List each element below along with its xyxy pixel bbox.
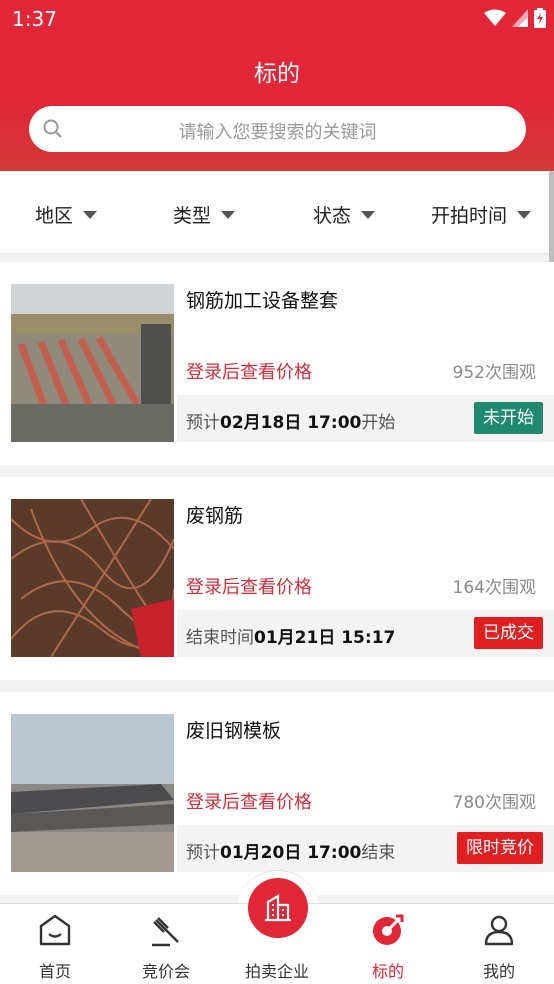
tab-label: 首页 [38, 962, 71, 981]
filter-region[interactable]: 地区 [35, 201, 98, 228]
filter-label: 类型 [173, 205, 212, 227]
listing-image [11, 284, 174, 442]
listing-price-hint[interactable]: 登录后查看价格 [186, 788, 312, 814]
status-icons [484, 8, 546, 28]
filter-label: 开拍时间 [431, 205, 508, 227]
app-bar: 标的 [0, 38, 554, 104]
listing-image [11, 499, 174, 657]
search-band: 请输入您要搜索的关键词 [0, 104, 554, 171]
listing-time: 结束时间01月21日 15:17 [186, 628, 396, 648]
status-time: 1:37 [12, 7, 57, 31]
tab-label: 标的 [371, 962, 404, 981]
gavel-icon [111, 912, 221, 948]
wifi-icon [484, 9, 506, 26]
dropdown-arrow-icon [361, 210, 376, 219]
dropdown-arrow-icon [517, 210, 532, 219]
filter-bar: 地区 类型 状态 开拍时间 [0, 171, 554, 254]
listing-views: 780次围观 [452, 793, 536, 813]
search-placeholder: 请输入您要搜索的关键词 [178, 122, 377, 143]
dropdown-arrow-icon [221, 210, 236, 219]
dropdown-arrow-icon [83, 210, 98, 219]
user-icon [444, 912, 554, 948]
listing-card[interactable]: 钢筋加工设备整套 登录后查看价格 952次围观 预计02月18日 17:00开始… [0, 262, 554, 465]
listing-time-bar: 结束时间01月21日 15:17 已成交 [177, 610, 554, 657]
page-title: 标的 [254, 61, 300, 87]
building-icon[interactable] [248, 878, 308, 938]
listing-time-bar: 预计01月20日 17:00结束 限时竞价 [177, 825, 554, 872]
battery-icon [534, 8, 546, 28]
tab-mine[interactable]: 我的 [444, 904, 554, 984]
listing-card[interactable]: 废钢筋 登录后查看价格 164次围观 结束时间01月21日 15:17 已成交 [0, 477, 554, 680]
listing-views: 164次围观 [452, 578, 536, 598]
listing-image [11, 714, 174, 872]
tab-home[interactable]: 首页 [0, 904, 110, 984]
home-icon [0, 912, 110, 948]
tab-auction-meeting[interactable]: 竞价会 [111, 904, 221, 984]
signal-icon [512, 9, 528, 27]
search-input[interactable]: 请输入您要搜索的关键词 [29, 106, 526, 152]
status-badge: 未开始 [474, 402, 543, 434]
status-bar: 1:37 [0, 0, 554, 38]
tab-label: 我的 [482, 962, 515, 981]
listing-price-hint[interactable]: 登录后查看价格 [186, 573, 312, 599]
listing-time-bar: 预计02月18日 17:00开始 未开始 [177, 395, 554, 442]
listing-title: 废旧钢模板 [186, 720, 282, 742]
listing-title: 废钢筋 [186, 505, 244, 527]
filter-type[interactable]: 类型 [173, 201, 236, 228]
filter-start-time[interactable]: 开拍时间 [431, 201, 532, 228]
filter-label: 地区 [35, 205, 74, 227]
filter-status[interactable]: 状态 [313, 201, 376, 228]
listing-time: 预计01月20日 17:00结束 [186, 843, 396, 863]
tab-label: 拍卖企业 [244, 962, 309, 981]
status-badge: 限时竞价 [457, 832, 543, 864]
target-icon [333, 912, 443, 948]
listing-title: 钢筋加工设备整套 [186, 290, 339, 312]
listing-time: 预计02月18日 17:00开始 [186, 413, 396, 433]
filter-label: 状态 [313, 205, 352, 227]
listing-views: 952次围观 [452, 363, 536, 383]
listing-price-hint[interactable]: 登录后查看价格 [186, 358, 312, 384]
status-badge: 已成交 [474, 617, 543, 649]
listing-card[interactable]: 废旧钢模板 登录后查看价格 780次围观 预计01月20日 17:00结束 限时… [0, 692, 554, 895]
tab-lots[interactable]: 标的 [333, 904, 443, 984]
tab-label: 竞价会 [141, 962, 190, 981]
